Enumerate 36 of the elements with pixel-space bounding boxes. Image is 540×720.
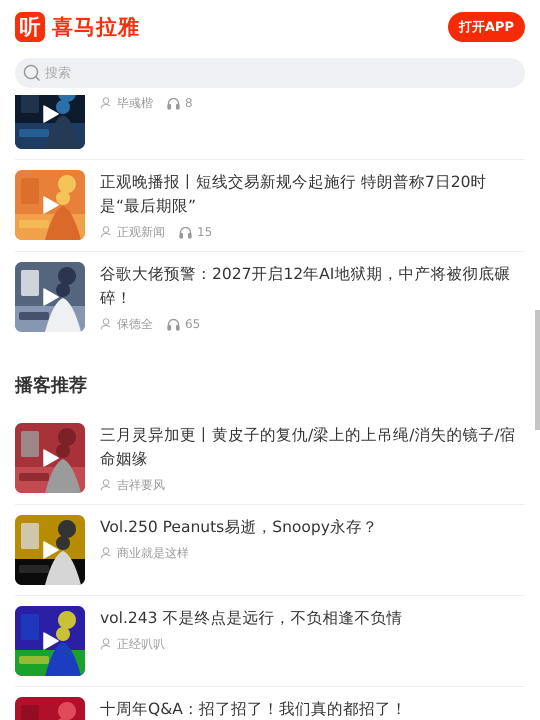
play-icon[interactable] (43, 449, 59, 467)
author-name: 商业就是这样 (117, 544, 189, 562)
episode-title[interactable]: vol.243 不是终点是远行，不负相逢不负情 (100, 606, 525, 630)
author-name: 保德全 (117, 316, 153, 332)
scrollbar-thumb[interactable] (535, 310, 540, 430)
episode-title[interactable]: 十周年Q&A：招了招了！我们真的都招了！ (100, 697, 525, 720)
author-name: 正观新闻 (117, 224, 165, 240)
person-icon (100, 97, 112, 109)
play-icon[interactable] (43, 105, 59, 123)
play-icon[interactable] (43, 288, 59, 306)
headphones-icon (179, 226, 192, 238)
logo-icon[interactable]: 听 (15, 12, 45, 42)
open-app-button[interactable]: 打开APP (448, 12, 525, 42)
person-icon (100, 638, 112, 650)
episode-title[interactable]: 正观晚播报丨短线交易新规今起施行 特朗普称7日20时是“最后期限” (100, 170, 525, 218)
section-title: 播客推荐 (15, 375, 88, 397)
headphones-icon (167, 96, 180, 110)
search-field[interactable]: 搜索 (15, 58, 525, 88)
episode-title[interactable]: 谷歌大佬预警：2027开启12年AI地狱期，中产将被彻底碾碎！ (100, 262, 525, 310)
episode-title[interactable]: 三月灵异加更丨黄皮子的复仇/梁上的上吊绳/消失的镜子/宿命姻缘 (100, 423, 525, 471)
person-icon (100, 318, 112, 330)
person-icon (100, 479, 112, 491)
play-count: 65 (185, 317, 200, 331)
play-icon[interactable] (43, 632, 59, 650)
play-count: 8 (185, 96, 193, 110)
episode-title[interactable]: Vol.250 Peanuts易逝，Snoopy永存？ (100, 515, 525, 539)
play-count: 15 (197, 225, 212, 239)
headphones-icon (167, 318, 180, 330)
author-name: 毕彧楷 (117, 95, 153, 112)
logo-text[interactable]: 喜马拉雅 (52, 13, 140, 41)
play-icon[interactable] (43, 541, 59, 559)
person-icon (100, 547, 112, 559)
author-name: 吉祥要风 (117, 476, 165, 494)
search-icon (23, 64, 41, 82)
person-icon (100, 226, 112, 238)
author-name: 正经叭叭 (117, 636, 165, 652)
